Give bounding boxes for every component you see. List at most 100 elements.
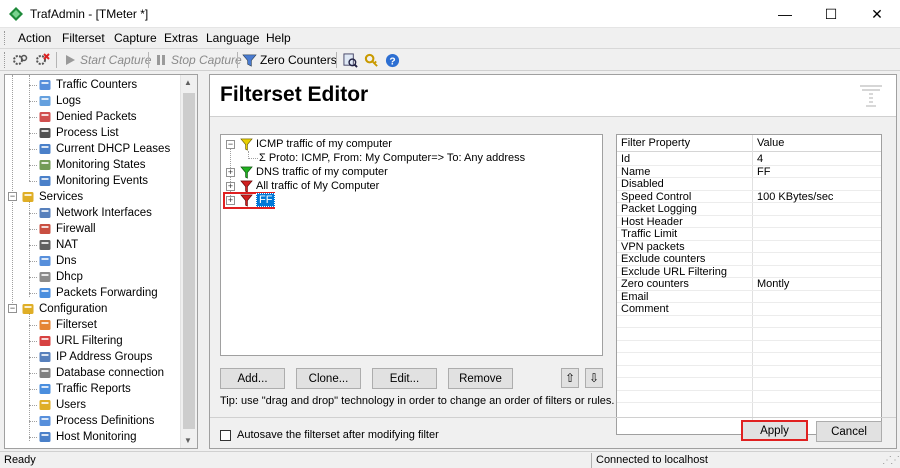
scroll-down-arrow-icon[interactable]: ▼ — [184, 436, 192, 445]
expand-toggle[interactable]: + — [226, 196, 235, 205]
property-name-cell[interactable]: VPN packets — [617, 241, 753, 253]
filter-item[interactable]: ICMP traffic of my computer — [240, 137, 392, 151]
tree-item-firewall[interactable]: Firewall — [38, 221, 96, 237]
property-value-cell[interactable] — [753, 228, 881, 241]
tree-item-process-definitions[interactable]: Process Definitions — [38, 413, 154, 429]
scroll-up-arrow-icon[interactable]: ▲ — [184, 78, 192, 87]
autosave-label[interactable]: Autosave the filterset after modifying f… — [237, 429, 439, 441]
tree-item-url-filtering[interactable]: URL Filtering — [38, 333, 123, 349]
tree-item-denied-packets[interactable]: Denied Packets — [38, 109, 137, 125]
property-value-cell[interactable] — [753, 241, 881, 253]
property-name-cell[interactable]: Packet Logging — [617, 203, 753, 216]
property-name-cell[interactable]: Id — [617, 153, 753, 166]
tree-item-dns[interactable]: Dns — [38, 253, 76, 269]
filter-rule-item[interactable]: Σ Proto: ICMP, From: My Computer=> To: A… — [259, 151, 525, 165]
minimize-button[interactable]: — — [762, 0, 808, 28]
move-down-button[interactable]: ⇩ — [585, 368, 603, 388]
add-filter-button[interactable]: Add... — [220, 368, 285, 389]
property-name-cell[interactable] — [617, 353, 753, 366]
property-name-cell[interactable] — [617, 316, 753, 328]
property-name-cell[interactable]: Zero counters — [617, 278, 753, 291]
find-button[interactable] — [343, 52, 358, 68]
zero-counters-button[interactable]: Zero Counters — [242, 52, 337, 68]
property-value-cell[interactable]: FF — [753, 166, 881, 178]
key-button[interactable] — [364, 52, 379, 68]
property-name-cell[interactable] — [617, 341, 753, 353]
edit-filter-button[interactable]: Edit... — [372, 368, 437, 389]
property-value-cell[interactable] — [753, 366, 881, 378]
property-name-cell[interactable]: Exclude URL Filtering — [617, 266, 753, 278]
property-name-cell[interactable]: Exclude counters — [617, 253, 753, 266]
property-name-cell[interactable]: Email — [617, 291, 753, 303]
filter-property-grid[interactable]: Filter Property Value Id 4 Name FF Disabled S… — [616, 134, 882, 435]
property-name-cell[interactable]: Traffic Limit — [617, 228, 753, 241]
menu-extras[interactable]: Extras — [164, 31, 198, 45]
collapse-toggle[interactable]: − — [8, 192, 17, 201]
property-value-cell[interactable]: 100 KBytes/sec — [753, 191, 881, 203]
autosave-checkbox[interactable] — [220, 430, 231, 441]
menu-capture[interactable]: Capture — [114, 31, 157, 45]
maximize-button[interactable]: ☐ — [808, 0, 854, 28]
menu-help[interactable]: Help — [266, 31, 291, 45]
resize-grip-icon[interactable]: ⋰⋰ — [882, 455, 900, 466]
tree-item-traffic-reports[interactable]: Traffic Reports — [38, 381, 131, 397]
tree-item-nat[interactable]: NAT — [38, 237, 78, 253]
clone-filter-button[interactable]: Clone... — [296, 368, 361, 389]
filter-item[interactable]: DNS traffic of my computer — [240, 165, 388, 179]
property-value-cell[interactable] — [753, 291, 881, 303]
property-name-cell[interactable]: Name — [617, 166, 753, 178]
tree-item-network-interfaces[interactable]: Network Interfaces — [38, 205, 152, 221]
move-up-button[interactable]: ⇧ — [561, 368, 579, 388]
tree-scrollbar[interactable]: ▲ ▼ — [180, 75, 197, 448]
start-capture-button[interactable]: Start Capture — [63, 52, 151, 68]
property-value-cell[interactable] — [753, 378, 881, 391]
property-value-cell[interactable]: Montly — [753, 278, 881, 291]
property-name-cell[interactable]: Comment — [617, 303, 753, 316]
column-header-value[interactable]: Value — [753, 135, 881, 152]
property-value-cell[interactable] — [753, 391, 881, 403]
property-value-cell[interactable] — [753, 253, 881, 266]
column-header-property[interactable]: Filter Property — [617, 135, 753, 152]
property-value-cell[interactable] — [753, 303, 881, 316]
tree-item-logs[interactable]: Logs — [38, 93, 81, 109]
tree-item-process-list[interactable]: Process List — [38, 125, 119, 141]
stop-service-button[interactable] — [34, 52, 50, 68]
tree-scrollbar-thumb[interactable] — [183, 93, 195, 429]
tree-item-packets-forwarding[interactable]: Packets Forwarding — [38, 285, 158, 301]
filter-tree[interactable]: − ICMP traffic of my computer Σ Proto: I… — [220, 134, 603, 356]
cancel-button[interactable]: Cancel — [816, 421, 882, 442]
remove-filter-button[interactable]: Remove — [448, 368, 513, 389]
expand-toggle[interactable]: + — [226, 182, 235, 191]
property-value-cell[interactable] — [753, 178, 881, 191]
property-value-cell[interactable] — [753, 216, 881, 228]
tree-item-users[interactable]: Users — [38, 397, 86, 413]
property-name-cell[interactable]: Disabled — [617, 178, 753, 191]
property-value-cell[interactable] — [753, 341, 881, 353]
start-service-button[interactable] — [12, 52, 28, 68]
menu-filterset[interactable]: Filterset — [62, 31, 105, 45]
property-name-cell[interactable] — [617, 391, 753, 403]
tree-item-configuration[interactable]: Configuration — [21, 301, 107, 317]
tree-item-services[interactable]: Services — [21, 189, 83, 205]
property-name-cell[interactable] — [617, 366, 753, 378]
collapse-toggle[interactable]: − — [8, 304, 17, 313]
collapse-toggle[interactable]: − — [226, 140, 235, 149]
property-value-cell[interactable] — [753, 316, 881, 328]
filter-item[interactable]: All traffic of My Computer — [240, 179, 379, 193]
tree-item-monitoring-events[interactable]: Monitoring Events — [38, 173, 148, 189]
menu-language[interactable]: Language — [206, 31, 259, 45]
filter-item-selected[interactable]: FF — [240, 193, 276, 207]
tree-item-host-monitoring[interactable]: Host Monitoring — [38, 429, 137, 445]
tree-item-traffic-counters[interactable]: Traffic Counters — [38, 77, 137, 93]
tree-item-dhcp[interactable]: Dhcp — [38, 269, 83, 285]
property-value-cell[interactable] — [753, 203, 881, 216]
property-name-cell[interactable] — [617, 378, 753, 391]
property-name-cell[interactable]: Host Header — [617, 216, 753, 228]
tree-item-filterset[interactable]: Filterset — [38, 317, 97, 333]
property-value-cell[interactable] — [753, 266, 881, 278]
help-button[interactable]: ? — [385, 52, 400, 68]
property-value-cell[interactable] — [753, 328, 881, 341]
expand-toggle[interactable]: + — [226, 168, 235, 177]
tree-item-monitoring-states[interactable]: Monitoring States — [38, 157, 146, 173]
property-value-cell[interactable] — [753, 353, 881, 366]
